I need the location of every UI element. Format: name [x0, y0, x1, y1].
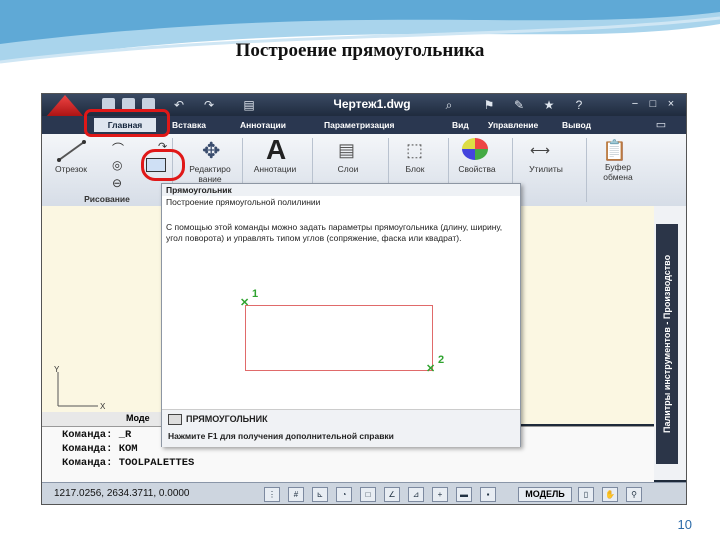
modify-move-icon[interactable]: ✥ — [202, 138, 220, 164]
line-tool-label[interactable]: Отрезок — [46, 164, 96, 174]
zoom-icon[interactable]: ⚲ — [626, 487, 642, 502]
ribbon-toggle-icon[interactable]: ▭ — [654, 118, 668, 132]
corner-marker-1: ✕ — [240, 297, 250, 309]
slide-title: Построение прямоугольника — [235, 40, 485, 61]
search-icon[interactable]: ⌕ — [442, 98, 456, 112]
ucs-icon: YX — [54, 366, 106, 411]
layout-icon[interactable]: ▯ — [578, 487, 594, 502]
command-history-line: Команда: TOOLPALETTES — [62, 457, 195, 469]
redo-icon[interactable]: ↷ — [202, 98, 216, 112]
tool-palette-title: Палитры инструментов - Производство — [662, 254, 672, 434]
osnap-icon[interactable]: □ — [360, 487, 376, 502]
annotation-icon[interactable]: A — [266, 134, 286, 166]
snap-icon[interactable]: ⋮ — [264, 487, 280, 502]
favorites-icon[interactable]: ★ — [542, 98, 556, 112]
block-icon[interactable]: ⬚ — [406, 140, 423, 161]
utilities-tool-label[interactable]: Утилиты — [516, 164, 576, 174]
ribbon-separator — [586, 138, 587, 202]
layers-icon[interactable]: ▤ — [338, 140, 355, 161]
layout-tabs: Моде — [42, 412, 172, 426]
tab-insert[interactable]: Вставка — [172, 118, 206, 132]
clipboard-icon[interactable]: 📋 — [602, 138, 627, 163]
command-history-line: Команда: _R — [62, 429, 132, 441]
lineweight-icon[interactable]: ▬ — [456, 487, 472, 502]
svg-text:Y: Y — [54, 366, 60, 374]
tooltip-footer: ПРЯМОУГОЛЬНИК Нажмите F1 для получения д… — [162, 409, 520, 447]
panel-draw-caption[interactable]: Рисование — [42, 194, 172, 205]
document-title: Чертеж1.dwg — [333, 97, 411, 111]
grid-icon[interactable]: # — [288, 487, 304, 502]
page-number: 10 — [677, 517, 692, 532]
tab-annotate[interactable]: Аннотации — [240, 118, 286, 132]
help-icon[interactable]: ? — [572, 98, 586, 112]
plot-icon[interactable]: ▤ — [242, 98, 256, 112]
layers-tool-label[interactable]: Слои — [318, 164, 378, 174]
subscription-icon[interactable]: ⚑ — [482, 98, 496, 112]
close-icon[interactable]: × — [664, 97, 678, 111]
app-menu-button[interactable] — [46, 95, 84, 117]
ellipse-icon[interactable]: ⊖ — [112, 176, 122, 190]
command-history-line: Команда: КОМ — [62, 443, 138, 455]
minimize-icon[interactable]: − — [628, 97, 642, 111]
tooltip-tool-name: Прямоугольник — [166, 185, 232, 195]
maximize-icon[interactable]: □ — [646, 97, 660, 111]
dyn-icon[interactable]: + — [432, 487, 448, 502]
rectangle-tool-highlight — [141, 149, 185, 181]
model-tab[interactable]: Моде — [126, 413, 150, 423]
command-icon — [168, 414, 182, 425]
coordinates-readout: 1217.0256, 2634.3711, 0.0000 — [54, 488, 190, 499]
tab-manage[interactable]: Управление — [488, 118, 538, 132]
tooltip-description: С помощью этой команды можно задать пара… — [166, 222, 503, 243]
modify-tool-label[interactable]: Редактиро вание — [180, 164, 240, 184]
tooltip-command-name: ПРЯМОУГОЛЬНИК — [186, 414, 268, 424]
tab-view[interactable]: Вид — [452, 118, 469, 132]
tab-output[interactable]: Вывод — [562, 118, 591, 132]
corner-label-2: 2 — [438, 354, 445, 366]
autocad-window: ↶ ↷ ▤ Чертеж1.dwg ⌕ ⚑ ✎ ★ ? − □ × Главна… — [41, 93, 687, 505]
ortho-icon[interactable]: ⊾ — [312, 487, 328, 502]
home-tab-highlight — [84, 109, 170, 137]
tool-tooltip: Прямоугольник Построение прямоугольной п… — [161, 183, 521, 447]
block-tool-label[interactable]: Блок — [390, 164, 440, 174]
arc-icon[interactable]: ⌒ — [112, 140, 124, 157]
tab-parametric[interactable]: Параметризация — [324, 118, 395, 132]
clipboard-tool-label[interactable]: Буфер обмена — [590, 162, 646, 182]
otrack-icon[interactable]: ∠ — [384, 487, 400, 502]
corner-marker-2: ✕ — [426, 363, 436, 375]
properties-icon[interactable] — [462, 138, 488, 160]
measure-icon[interactable]: ⟷ — [530, 142, 550, 159]
model-space-button[interactable]: МОДЕЛЬ — [518, 487, 572, 502]
tooltip-illustration-rectangle — [245, 305, 433, 371]
circle-icon[interactable]: ◎ — [112, 158, 122, 172]
ducs-icon[interactable]: ⊿ — [408, 487, 424, 502]
tooltip-subtitle: Построение прямоугольной полилинии — [166, 197, 321, 207]
tooltip-header: Прямоугольник — [162, 184, 520, 196]
pan-icon[interactable]: ✋ — [602, 487, 618, 502]
tooltip-help-hint: Нажмите F1 для получения дополнительной … — [168, 431, 394, 441]
properties-tool-label[interactable]: Свойства — [450, 164, 504, 174]
tools-icon[interactable]: ✎ — [512, 98, 526, 112]
svg-text:X: X — [100, 402, 106, 411]
polar-icon[interactable]: ◔ — [336, 487, 352, 502]
corner-label-1: 1 — [252, 288, 259, 300]
annotation-tool-label[interactable]: Аннотации — [244, 164, 306, 174]
line-tool-icon[interactable] — [56, 138, 88, 164]
undo-icon[interactable]: ↶ — [172, 98, 186, 112]
status-bar: 1217.0256, 2634.3711, 0.0000 ⋮ # ⊾ ◔ □ ∠… — [42, 482, 686, 504]
qp-icon[interactable]: ▪ — [480, 487, 496, 502]
